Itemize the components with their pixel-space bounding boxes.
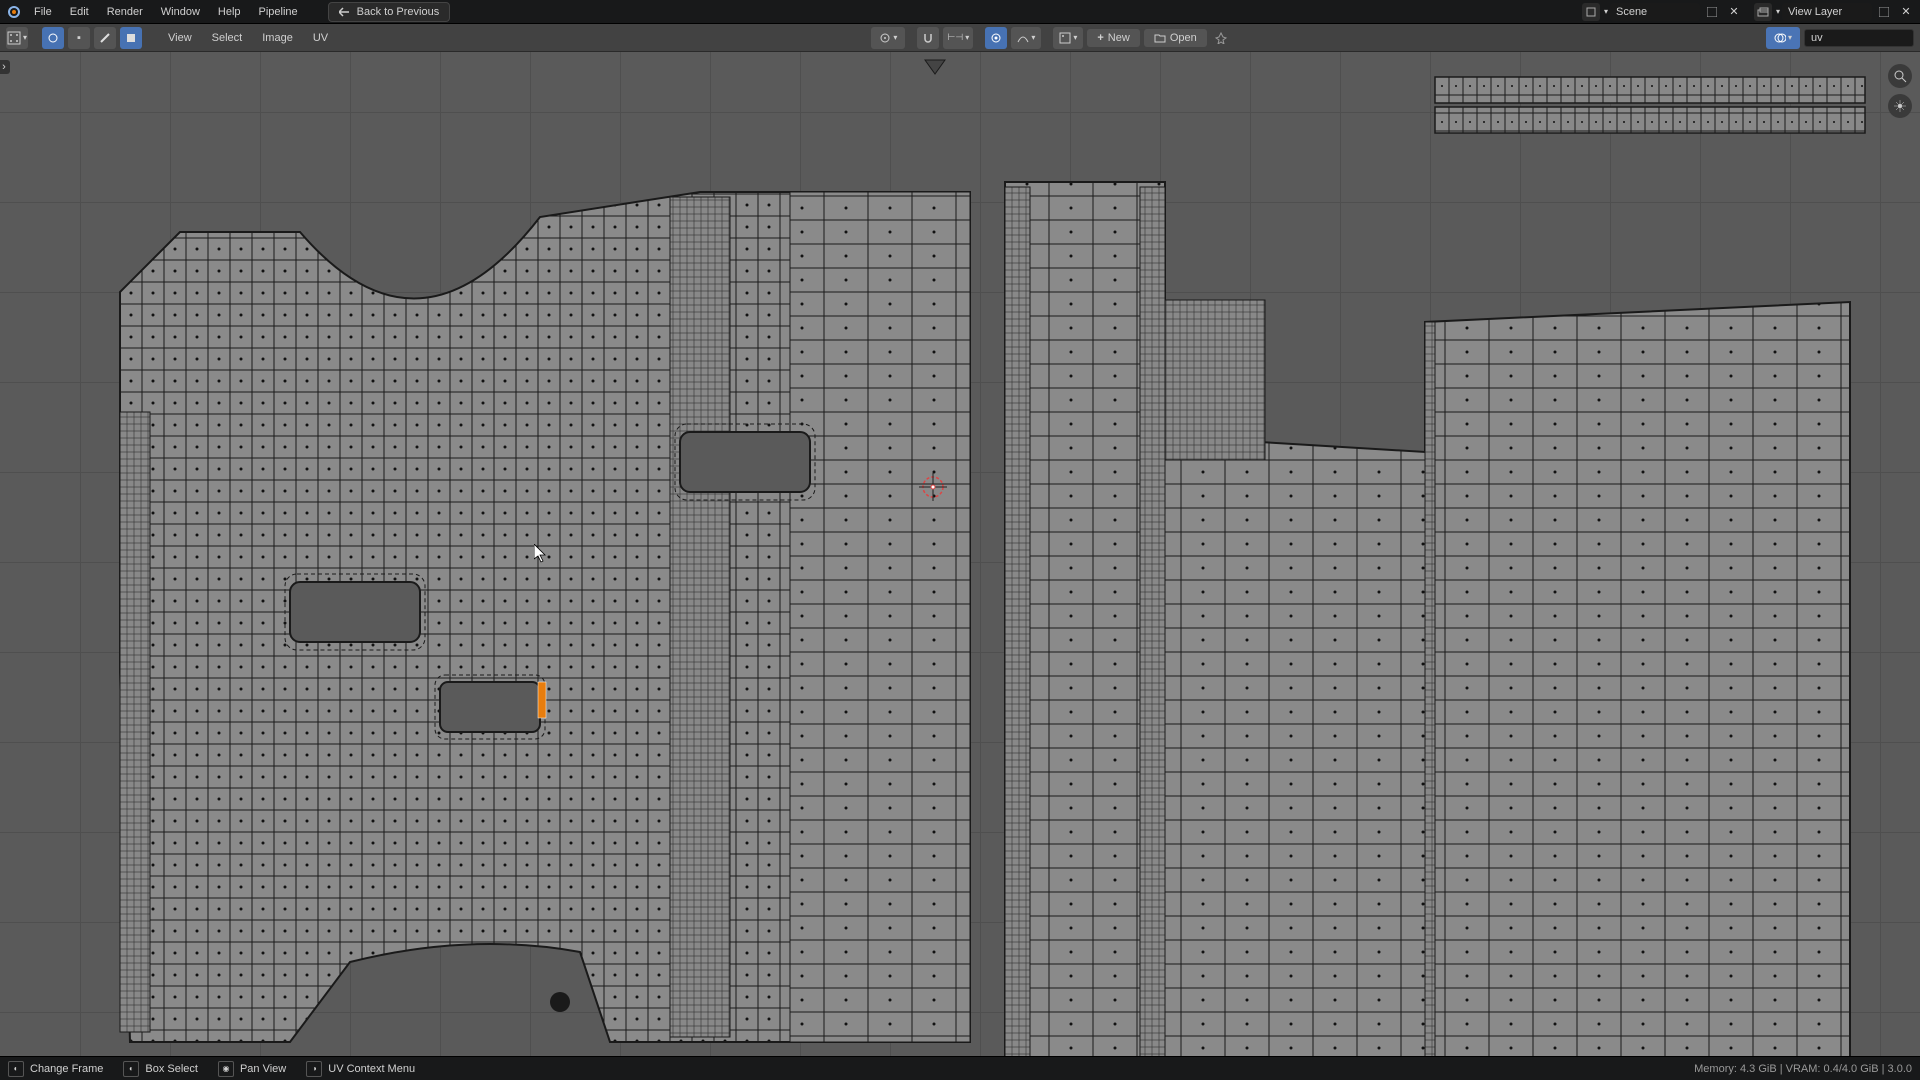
back-label: Back to Previous	[357, 6, 440, 18]
uv-sync-selection-button[interactable]	[42, 27, 64, 49]
statusbar-change-frame: ◐ Change Frame	[8, 1061, 103, 1077]
new-image-button[interactable]: + New	[1087, 29, 1139, 47]
snap-toggle-button[interactable]	[917, 27, 939, 49]
image-filter-input[interactable]	[1804, 29, 1914, 47]
uv-editor-header: ▾ ▪ View Select Image UV ▾ ⊢⊣▾ ▾ ▾ +New …	[0, 24, 1920, 52]
statusbar-pan-view: ◉ Pan View	[218, 1061, 286, 1077]
scene-name-input[interactable]	[1610, 3, 1700, 21]
statusbar-system-stats: Memory: 4.3 GiB | VRAM: 0.4/4.0 GiB | 3.…	[1694, 1063, 1912, 1075]
chevron-down-icon: ▾	[893, 33, 897, 42]
status-bar: ◐ Change Frame ◐ Box Select ◉ Pan View ◑…	[0, 1056, 1920, 1080]
select-mode-edge-button[interactable]	[94, 27, 116, 49]
uv-viewport[interactable]: ›	[0, 52, 1920, 1056]
viewlayer-icon	[1754, 3, 1772, 21]
viewlayer-close-icon[interactable]: ✕	[1896, 2, 1916, 22]
new-label: New	[1108, 32, 1130, 44]
overlay-icon	[1774, 32, 1786, 44]
proportional-icon	[990, 32, 1002, 44]
uv-menu-view[interactable]: View	[160, 29, 200, 47]
menu-window[interactable]: Window	[153, 3, 208, 21]
uv-menu-image[interactable]: Image	[254, 29, 301, 47]
mouse-left-icon: ◐	[123, 1061, 139, 1077]
image-dropdown[interactable]: ▾	[1053, 27, 1083, 49]
snap-mode-dropdown[interactable]: ⊢⊣▾	[943, 27, 973, 49]
menu-edit[interactable]: Edit	[62, 3, 97, 21]
viewport-nav-gizmos	[1888, 64, 1912, 118]
mouse-left-icon: ◐	[8, 1061, 24, 1077]
scene-icon	[1582, 3, 1600, 21]
falloff-icon	[1017, 32, 1029, 44]
top-menubar: File Edit Render Window Help Pipeline Ba…	[0, 0, 1920, 24]
chevron-down-icon: ▾	[1604, 7, 1608, 16]
menu-help[interactable]: Help	[210, 3, 249, 21]
uv-menu-select[interactable]: Select	[204, 29, 251, 47]
pin-icon	[1215, 32, 1227, 44]
chevron-down-icon: ▾	[1031, 33, 1035, 42]
open-label: Open	[1170, 32, 1197, 44]
chevron-down-icon: ▾	[1788, 33, 1792, 42]
pin-button[interactable]	[1211, 28, 1231, 48]
back-to-previous-button[interactable]: Back to Previous	[328, 2, 451, 22]
scene-selector[interactable]: ▾ ✕	[1582, 2, 1744, 22]
chevron-down-icon: ▾	[965, 33, 969, 42]
open-image-button[interactable]: Open	[1144, 29, 1207, 47]
select-mode-vertex-button[interactable]: ▪	[68, 27, 90, 49]
pivot-icon	[879, 32, 891, 44]
chevron-down-icon: ▾	[1073, 33, 1077, 42]
scene-new-icon[interactable]	[1702, 2, 1722, 22]
menu-file[interactable]: File	[26, 3, 60, 21]
editor-type-dropdown[interactable]: ▾	[6, 27, 28, 49]
chevron-down-icon: ▾	[1776, 7, 1780, 16]
display-channels-dropdown[interactable]: ▾	[1766, 27, 1800, 49]
pivot-dropdown[interactable]: ▾	[871, 27, 905, 49]
viewlayer-name-input[interactable]	[1782, 3, 1872, 21]
chevron-down-icon: ▾	[23, 33, 27, 42]
select-mode-face-button[interactable]	[120, 27, 142, 49]
blender-logo-icon[interactable]	[4, 2, 24, 22]
falloff-dropdown[interactable]: ▾	[1011, 27, 1041, 49]
menu-render[interactable]: Render	[99, 3, 151, 21]
proportional-edit-button[interactable]	[985, 27, 1007, 49]
expand-toolbar-handle[interactable]: ›	[0, 60, 10, 74]
plus-icon: +	[1097, 32, 1103, 44]
uv-grid	[0, 52, 1920, 1056]
scene-close-icon[interactable]: ✕	[1724, 2, 1744, 22]
mouse-right-icon: ◑	[306, 1061, 322, 1077]
image-icon	[1059, 32, 1071, 44]
folder-icon	[1154, 32, 1166, 44]
uv-editor-icon	[7, 31, 21, 45]
statusbar-box-select: ◐ Box Select	[123, 1061, 198, 1077]
magnet-icon	[922, 32, 934, 44]
viewlayer-selector[interactable]: ▾ ✕	[1754, 2, 1916, 22]
menu-pipeline[interactable]: Pipeline	[251, 3, 306, 21]
statusbar-context-menu: ◑ UV Context Menu	[306, 1061, 415, 1077]
back-arrow-icon	[339, 6, 351, 18]
mouse-middle-icon: ◉	[218, 1061, 234, 1077]
pan-gizmo-icon[interactable]	[1888, 94, 1912, 118]
viewlayer-new-icon[interactable]	[1874, 2, 1894, 22]
uv-menu-uv[interactable]: UV	[305, 29, 336, 47]
zoom-gizmo-icon[interactable]	[1888, 64, 1912, 88]
